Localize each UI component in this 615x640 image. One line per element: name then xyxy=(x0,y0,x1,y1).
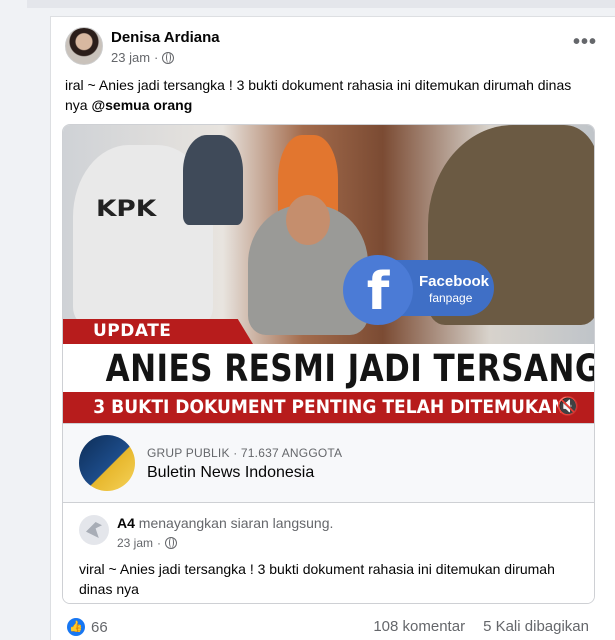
original-post-meta: 23 jam · xyxy=(117,536,178,550)
officer-figure xyxy=(183,135,243,225)
group-meta: GRUP PUBLIK · 71.637 ANGGOTA xyxy=(147,446,343,460)
mention-link[interactable]: @semua orang xyxy=(91,97,192,113)
post-time[interactable]: 23 jam xyxy=(111,50,150,65)
post-meta: 23 jam · xyxy=(111,50,175,65)
left-gutter xyxy=(0,0,27,640)
group-name[interactable]: Buletin News Indonesia xyxy=(147,464,314,482)
reactions-summary[interactable]: 👍 66 xyxy=(67,618,108,636)
original-author-line: A4 menayangkan siaran langsung. xyxy=(117,515,333,531)
original-author[interactable]: A4 xyxy=(117,515,135,531)
like-count: 66 xyxy=(91,618,108,636)
facebook-logo-icon: f xyxy=(343,255,413,325)
group-avatar[interactable] xyxy=(79,435,135,491)
author-name[interactable]: Denisa Ardiana xyxy=(111,29,220,46)
original-post: A4 menayangkan siaran langsung. 23 jam ·… xyxy=(63,503,594,603)
engagement-stats: 108 komentar 5 Kali dibagikan xyxy=(373,618,589,635)
speaker-muted-icon[interactable]: 🔇 xyxy=(556,394,580,418)
more-options-button[interactable]: ••• xyxy=(573,31,597,54)
original-post-text: viral ~ Anies jadi tersangka ! 3 bukti d… xyxy=(79,561,555,597)
original-post-time[interactable]: 23 jam xyxy=(117,536,153,550)
post-header: Denisa Ardiana 23 jam · ••• xyxy=(65,27,601,67)
shared-content[interactable]: f Facebook fanpage UPDATE TERKINI ANIES … xyxy=(62,124,595,604)
original-action: menayangkan siaran langsung. xyxy=(134,515,334,531)
speaker-face xyxy=(286,195,330,245)
video-headline: ANIES RESMI JADI TERSANGKA xyxy=(105,347,594,390)
globe-icon xyxy=(162,51,175,64)
fanpage-title: Facebook xyxy=(419,273,490,290)
video-subheadline: 3 BUKTI DOKUMENT PENTING TELAH DITEMUKAN xyxy=(93,396,566,418)
comments-count[interactable]: 108 komentar xyxy=(373,618,465,635)
video-thumbnail[interactable]: f Facebook fanpage UPDATE TERKINI ANIES … xyxy=(63,125,594,423)
author-avatar[interactable] xyxy=(65,27,103,65)
like-icon: 👍 xyxy=(67,618,85,636)
post-text: iral ~ Anies jadi tersangka ! 3 bukti do… xyxy=(65,75,595,115)
group-info[interactable]: GRUP PUBLIK · 71.637 ANGGOTA Buletin New… xyxy=(63,423,594,503)
update-tag: UPDATE TERKINI xyxy=(63,319,253,344)
globe-icon xyxy=(165,537,178,549)
shares-count[interactable]: 5 Kali dibagikan xyxy=(483,618,589,635)
post-card: Denisa Ardiana 23 jam · ••• iral ~ Anies… xyxy=(50,16,615,640)
fanpage-subtitle: fanpage xyxy=(429,291,473,305)
top-divider xyxy=(27,0,615,8)
